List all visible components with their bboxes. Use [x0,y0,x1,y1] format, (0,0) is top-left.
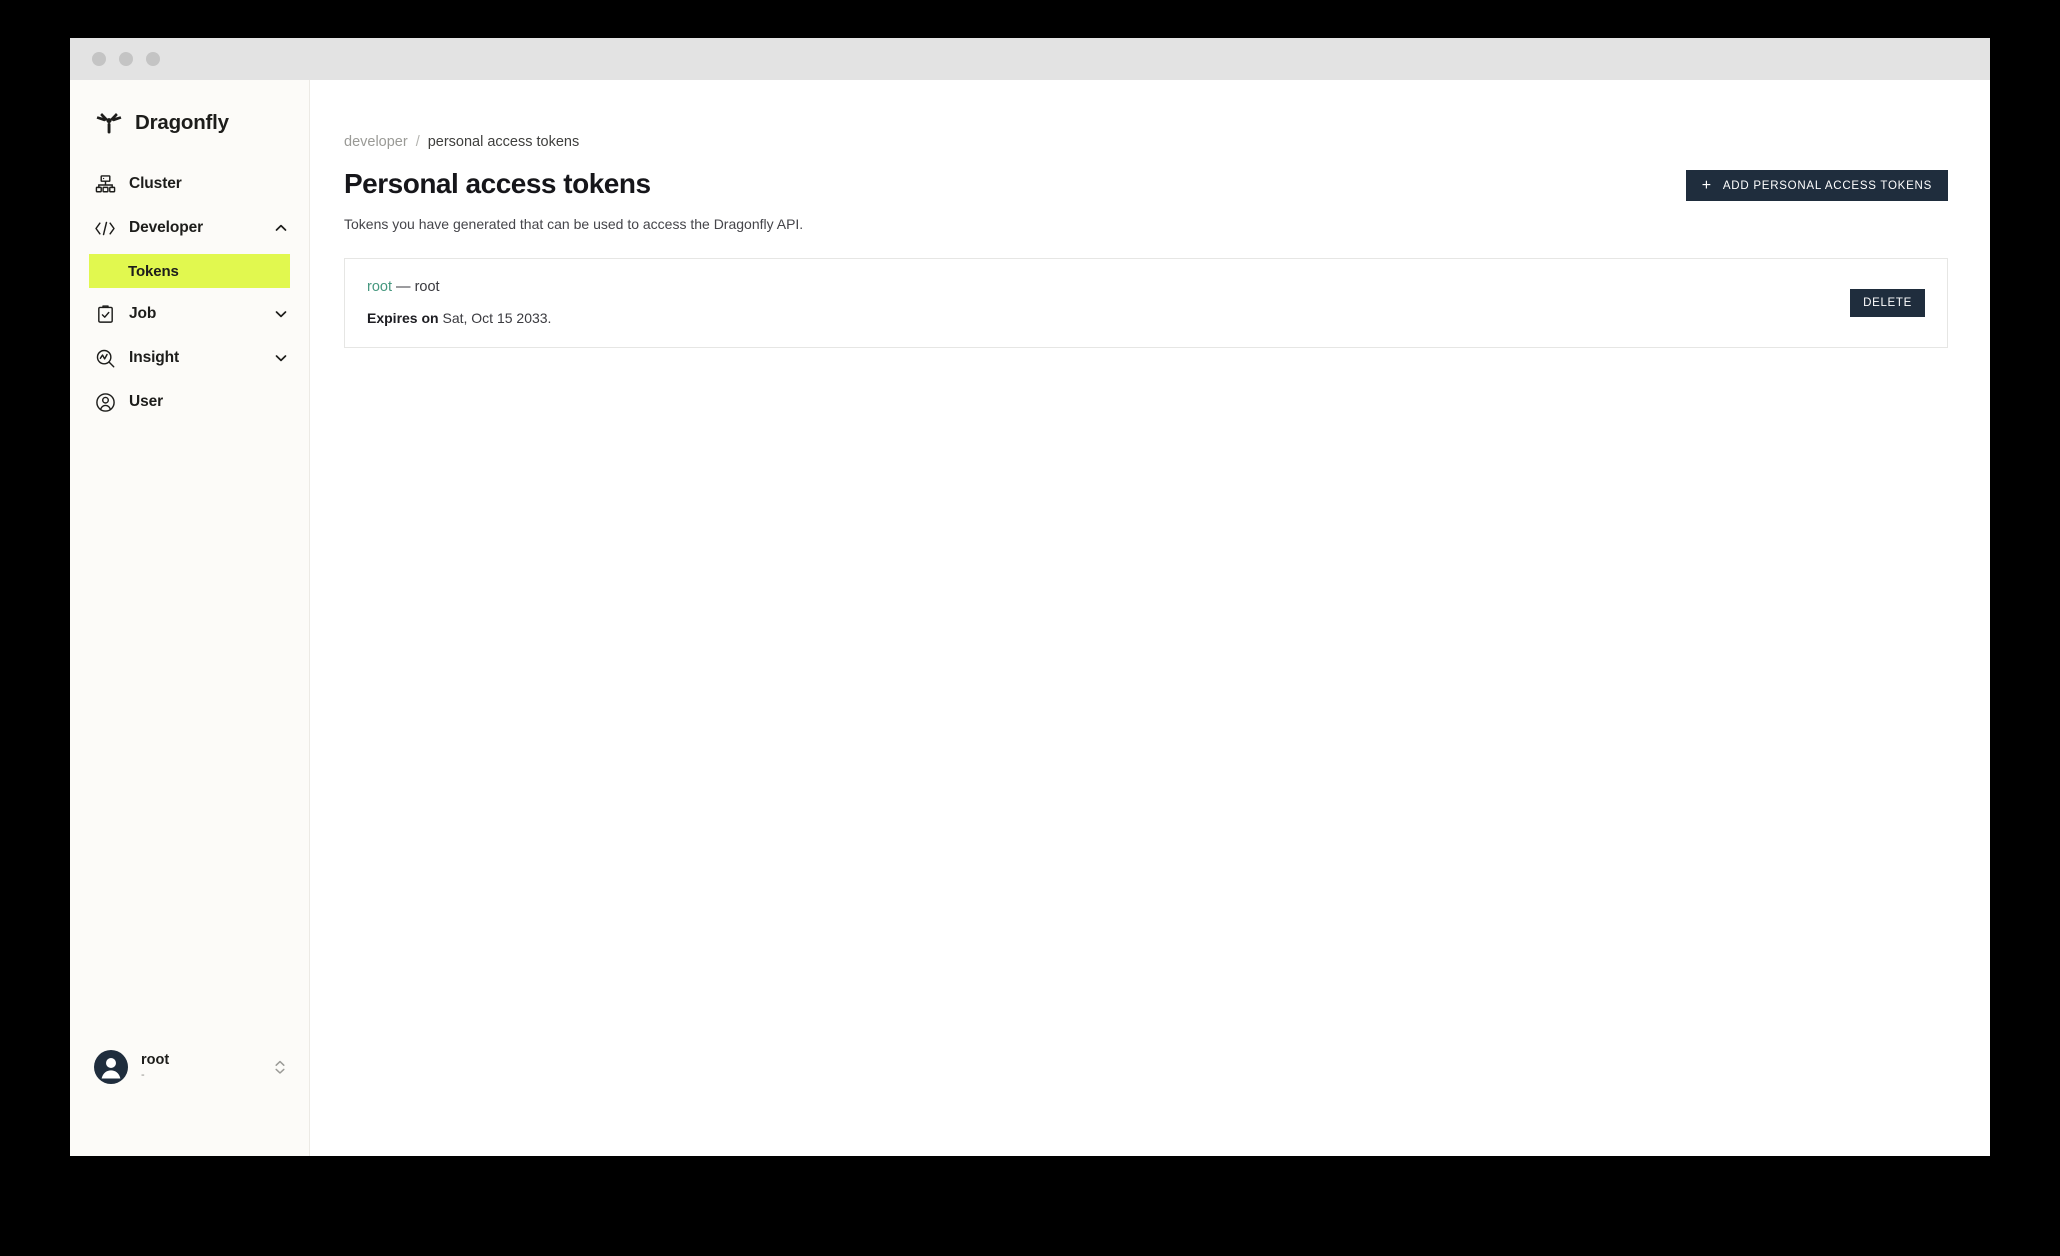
sidebar: Dragonfly Cluster Developer Tokens Job I… [70,80,310,1156]
breadcrumb-parent[interactable]: developer [344,134,408,150]
token-expiry-line: Expires on Sat, Oct 15 2033. [367,310,551,326]
page-title: Personal access tokens [344,168,651,199]
maximize-window-button[interactable] [146,52,160,66]
sidebar-subitem-label: Tokens [128,262,179,280]
window-titlebar [70,38,1990,80]
sidebar-item-label: Developer [129,219,204,236]
clipboard-check-icon [94,303,116,325]
token-card: root — root Expires on Sat, Oct 15 2033.… [344,258,1948,348]
sidebar-item-label: Job [129,305,157,322]
brand[interactable]: Dragonfly [70,80,309,156]
breadcrumb-current: personal access tokens [427,134,580,150]
insight-magnifier-icon [94,347,116,369]
chevron-down-icon[interactable] [273,306,289,322]
sidebar-item-label: Cluster [129,175,182,192]
token-separator: — [396,279,411,295]
plus-icon: + [1701,176,1712,194]
sidebar-item-developer[interactable]: Developer [70,206,309,250]
page-header-row: Personal access tokens + ADD PERSONAL AC… [344,167,1948,201]
user-name: root [141,1051,170,1068]
code-brackets-icon [94,217,116,239]
browser-window: Dragonfly Cluster Developer Tokens Job I… [70,38,1990,1156]
sidebar-item-cluster[interactable]: Cluster [70,162,309,206]
user-subtitle: - [141,1069,145,1082]
add-personal-access-tokens-button[interactable]: + ADD PERSONAL ACCESS TOKENS [1685,170,1948,201]
token-card-details: root — root Expires on Sat, Oct 15 2033. [367,279,551,326]
brand-name: Dragonfly [135,111,229,134]
sidebar-item-insight[interactable]: Insight [70,336,309,380]
token-owner: root [414,279,440,295]
dragonfly-logo-icon [94,108,124,138]
chevron-up-icon[interactable] [273,220,289,236]
token-title-line: root — root [367,279,551,295]
window-body: Dragonfly Cluster Developer Tokens Job I… [70,80,1990,1156]
avatar-person-icon [94,1050,128,1084]
breadcrumb-separator: / [415,134,420,150]
sidebar-item-user[interactable]: User [70,380,309,424]
cluster-icon [94,173,116,195]
sidebar-nav: Cluster Developer Tokens Job Insight Use… [70,156,309,424]
user-circle-icon [94,391,116,413]
sidebar-item-label: Insight [129,349,180,366]
user-account-selector[interactable]: root - [70,1036,309,1098]
expiry-label: Expires on [367,310,439,326]
page-subtitle: Tokens you have generated that can be us… [344,216,804,232]
add-button-label: ADD PERSONAL ACCESS TOKENS [1722,179,1932,192]
sidebar-item-label: User [129,393,164,410]
expiry-value: Sat, Oct 15 2033. [442,310,552,326]
main-content: developer / personal access tokens Perso… [310,80,1990,1156]
user-info: root - [141,1052,273,1083]
chevron-down-icon[interactable] [273,350,289,366]
sidebar-item-job[interactable]: Job [70,292,309,336]
breadcrumb: developer / personal access tokens [344,134,1948,150]
close-window-button[interactable] [92,52,106,66]
chevron-up-down-icon[interactable] [273,1057,287,1077]
token-name: root [367,279,392,295]
sidebar-item-tokens[interactable]: Tokens [89,254,290,288]
minimize-window-button[interactable] [119,52,133,66]
delete-token-button[interactable]: DELETE [1850,288,1925,317]
